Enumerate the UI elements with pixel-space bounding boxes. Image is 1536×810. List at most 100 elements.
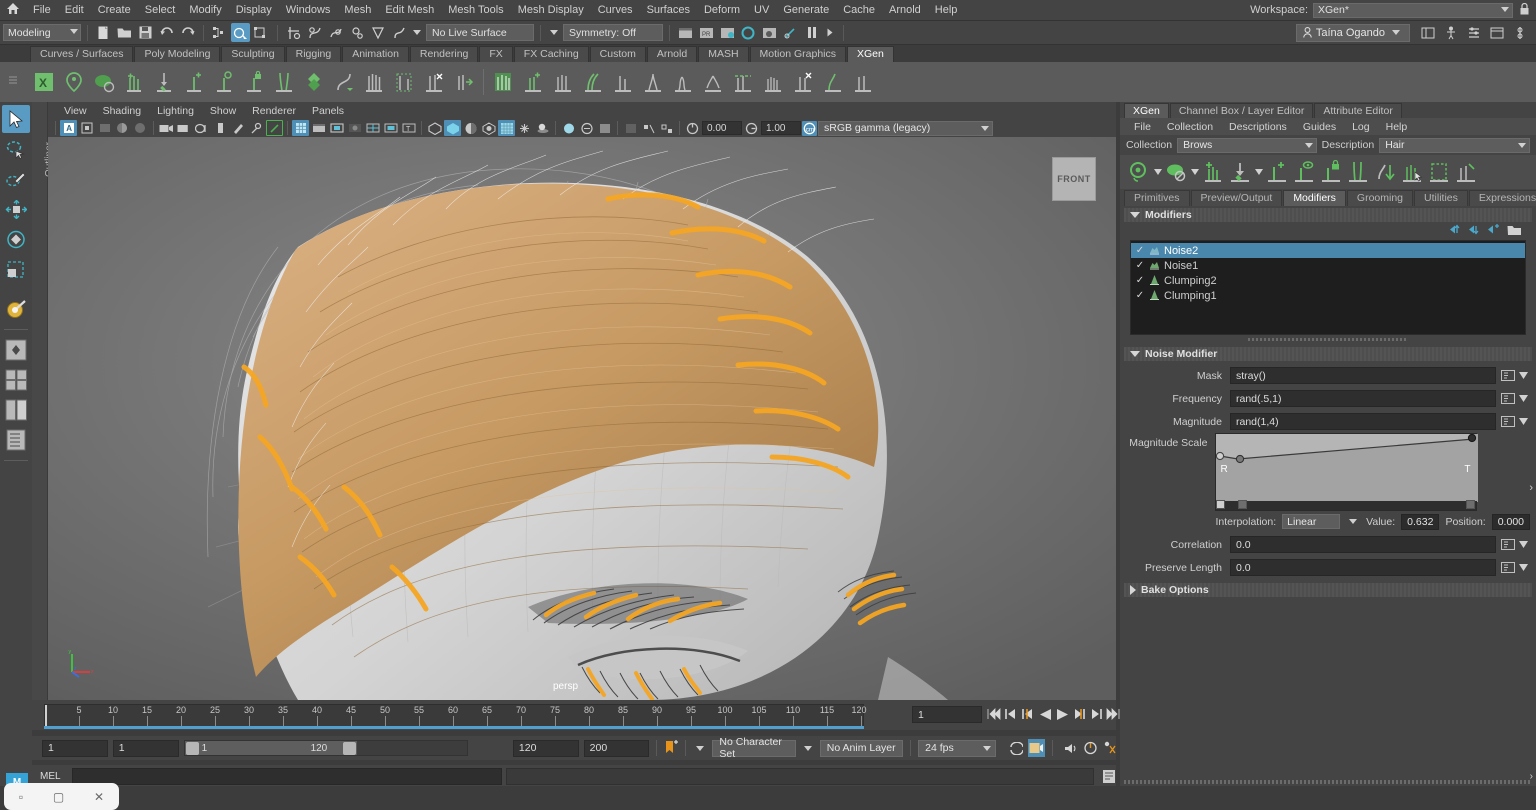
modifiers-list[interactable]: ✓ Noise2 ✓ Noise1 ✓ Clumping2 ✓ Clumping… [1130,240,1526,335]
playback-end-field[interactable]: 120 [513,740,579,757]
frequency-input[interactable]: rand(.5,1) [1230,390,1496,407]
go-to-start-icon[interactable] [987,705,1001,723]
modifier-checkbox[interactable]: ✓ [1135,260,1145,271]
shelf-drag-handle[interactable] [8,74,18,86]
animation-settings-icon[interactable] [1102,739,1116,757]
ramp-position[interactable]: 0.000 [1492,514,1530,530]
xgen-menu-descriptions[interactable]: Descriptions [1221,121,1295,133]
move-tool[interactable] [2,195,30,223]
xgen-add-guide-icon[interactable] [180,66,208,98]
expression-editor-icon[interactable] [1500,391,1516,406]
modifier-item-clumping1[interactable]: ✓ Clumping1 [1131,288,1525,303]
safe-action-icon[interactable] [382,120,399,136]
ramp-value[interactable]: 0.632 [1401,514,1439,530]
xgen-comb-icon[interactable] [360,66,388,98]
image-plane-icon[interactable] [114,120,131,136]
modifier-item-clumping2[interactable]: ✓ Clumping2 [1131,273,1525,288]
panel-expand-arrow[interactable]: › [1529,482,1533,494]
xgen-mask-brush-icon[interactable] [849,66,877,98]
xgen-menu-guides[interactable]: Guides [1295,121,1344,133]
make-live-icon[interactable] [389,23,408,42]
range-slider-handle-left[interactable] [186,742,199,755]
expression-editor-icon[interactable] [1500,368,1516,383]
workspace-select[interactable]: XGen* [1313,3,1513,18]
menu-mesh-tools[interactable]: Mesh Tools [441,0,510,21]
auto-key-icon[interactable] [664,739,678,757]
magnitude-input[interactable]: rand(1,4) [1230,413,1496,430]
subtab-grooming[interactable]: Grooming [1347,190,1413,206]
shelf-tab-curves-surfaces[interactable]: Curves / Surfaces [30,46,133,62]
xgen-sculpt-icon[interactable] [330,66,358,98]
xgen-sculpt-guide-icon[interactable] [1453,157,1479,187]
xgen-add-guides-icon[interactable] [120,66,148,98]
lights-icon[interactable] [516,120,533,136]
outliner-persp-layout[interactable] [2,426,30,454]
xgen-guide-orient-icon[interactable] [210,66,238,98]
bake-options-frame-header[interactable]: Bake Options [1124,583,1532,597]
menu-select[interactable]: Select [138,0,183,21]
xgen-freeze-brush-icon[interactable] [789,66,817,98]
character-icon[interactable] [1441,23,1460,42]
chevron-down-icon[interactable] [1516,418,1530,425]
command-language-label[interactable]: MEL [40,771,68,782]
menu-modify[interactable]: Modify [182,0,228,21]
shelf-tab-sculpting[interactable]: Sculpting [221,46,284,62]
add-modifier-icon[interactable] [1488,224,1501,238]
chevron-down-icon[interactable] [1190,157,1199,187]
chevron-right-icon[interactable] [828,29,833,37]
textured-icon[interactable] [480,120,497,136]
resolution-gate-icon[interactable] [328,120,345,136]
fps-select[interactable]: 24 fps [918,740,996,757]
viewport-menu-view[interactable]: View [56,105,95,117]
xgen-lock-guide-icon[interactable] [240,66,268,98]
ipr-render-icon[interactable]: PR [697,23,716,42]
motion-blur-icon[interactable] [578,120,595,136]
ramp-key-strip[interactable] [1215,501,1477,511]
xgen-grab-brush-icon[interactable] [549,66,577,98]
select-tool[interactable] [2,105,30,133]
image-plane-toggle-icon[interactable] [212,120,229,136]
exposure-icon[interactable] [684,120,701,136]
undo-icon[interactable] [157,23,176,42]
xgen-cut-brush-icon[interactable] [729,66,757,98]
go-to-end-icon[interactable] [1106,705,1120,723]
subtab-modifiers[interactable]: Modifiers [1283,190,1346,206]
viewport-menu-show[interactable]: Show [202,105,244,117]
xgen-menu-help[interactable]: Help [1378,121,1416,133]
chevron-down-icon[interactable] [696,746,704,751]
xgen-show-guide-icon[interactable] [1291,157,1317,187]
rotate-tool[interactable] [2,225,30,253]
panel-splitter[interactable] [1130,337,1526,342]
select-object-icon[interactable] [231,23,250,42]
sound-icon[interactable] [1064,739,1078,757]
subtab-utilities[interactable]: Utilities [1414,190,1468,206]
grease-pencil-icon[interactable] [230,120,247,136]
collection-select[interactable]: Brows [1177,138,1317,153]
modifier-item-noise2[interactable]: ✓ Noise2 [1131,243,1525,258]
menu-mesh[interactable]: Mesh [337,0,378,21]
xgen-editor-icon[interactable]: X [30,66,58,98]
menu-edit-mesh[interactable]: Edit Mesh [378,0,441,21]
safe-title-icon[interactable]: T [400,120,417,136]
wireframe-icon[interactable] [426,120,443,136]
new-scene-icon[interactable] [94,23,113,42]
xgen-convert-icon[interactable] [300,66,328,98]
chevron-down-icon[interactable] [1516,395,1530,402]
outliner-collapsed-tab[interactable]: Outliner [32,102,48,700]
animation-start-field[interactable]: 1 [42,740,108,757]
maximize-button[interactable]: ▢ [53,790,64,804]
magnitude-scale-ramp[interactable]: R T [1215,433,1477,501]
menu-cache[interactable]: Cache [836,0,882,21]
move-down-icon[interactable] [1469,224,1482,238]
menu-windows[interactable]: Windows [279,0,338,21]
modifier-checkbox[interactable]: ✓ [1135,290,1145,301]
xgen-interactive-groom-icon[interactable] [489,66,517,98]
select-hierarchy-icon[interactable] [210,23,229,42]
xgen-smooth-brush-icon[interactable] [819,66,847,98]
animation-end-field[interactable]: 200 [584,740,650,757]
chevron-down-icon[interactable] [1153,157,1162,187]
subtab-expressions[interactable]: Expressions [1469,190,1536,206]
camera-attributes-icon[interactable] [176,120,193,136]
color-management-select[interactable]: sRGB gamma (legacy) [818,121,993,136]
viewport-menu-panels[interactable]: Panels [304,105,352,117]
